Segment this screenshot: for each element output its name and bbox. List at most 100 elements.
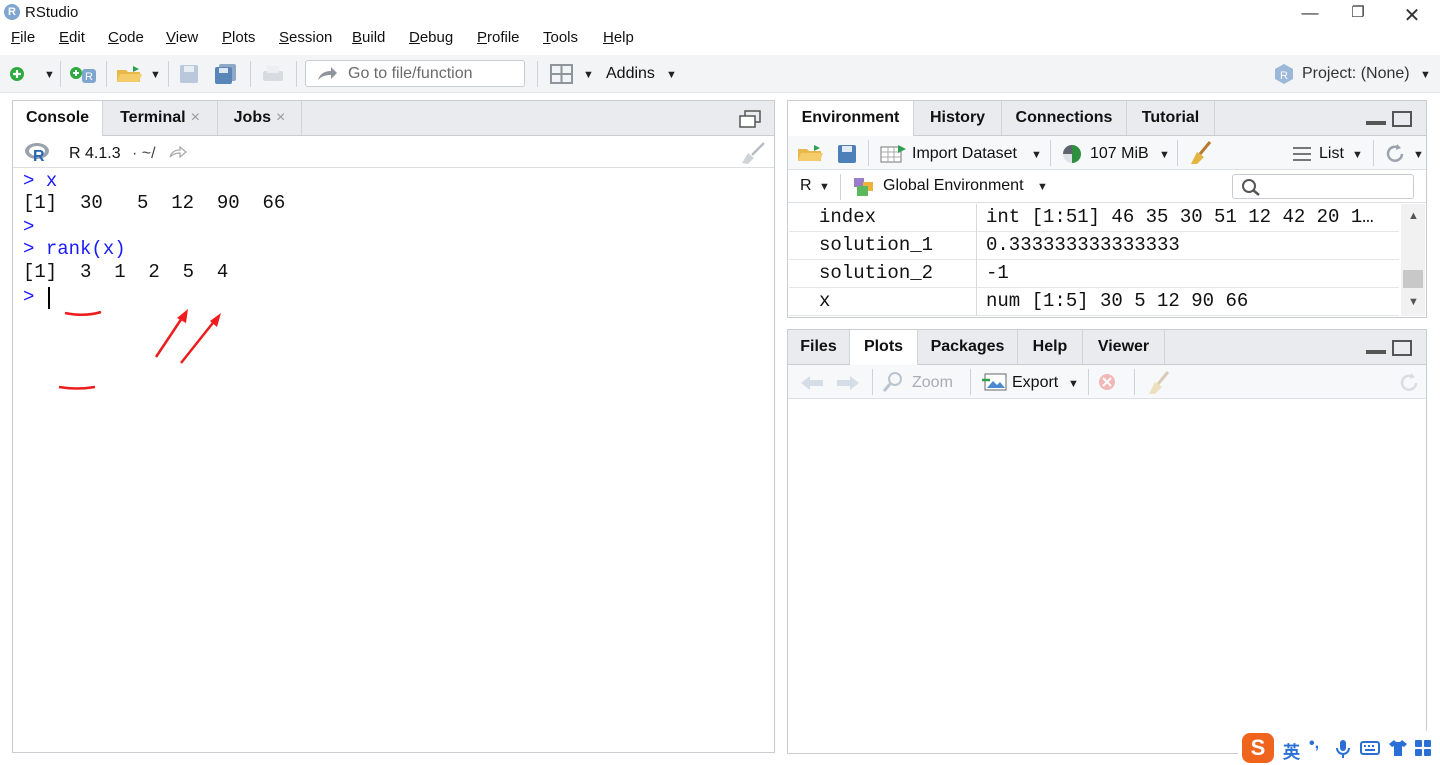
- sogou-logo-icon[interactable]: S: [1242, 733, 1274, 763]
- scroll-thumb[interactable]: [1403, 270, 1423, 288]
- chevron-down-icon[interactable]: ▼: [666, 69, 677, 81]
- menu-file[interactable]: File: [11, 29, 35, 46]
- workspace-panes-icon[interactable]: [550, 63, 574, 85]
- scroll-up-icon[interactable]: ▲: [1408, 210, 1419, 222]
- env-row-solution-1[interactable]: solution_1 0.333333333333333: [789, 232, 1399, 260]
- goto-file-function[interactable]: Go to file/function: [305, 60, 525, 87]
- toolbox-icon[interactable]: [1415, 740, 1431, 756]
- view-mode-select[interactable]: List: [1319, 145, 1344, 163]
- addins-button[interactable]: Addins: [606, 65, 655, 83]
- ime-toolbar: S 英 •,: [1238, 731, 1438, 765]
- project-menu[interactable]: Project: (None): [1302, 65, 1410, 83]
- save-workspace-icon[interactable]: [836, 143, 858, 165]
- chevron-down-icon[interactable]: ▼: [819, 181, 830, 193]
- menu-view[interactable]: View: [166, 29, 198, 46]
- menu-edit[interactable]: Edit: [59, 29, 85, 46]
- refresh-plot-icon[interactable]: [1398, 372, 1420, 394]
- close-icon[interactable]: ✕: [1400, 3, 1424, 27]
- env-search-input[interactable]: [1232, 174, 1414, 199]
- rstudio-logo-icon: R: [4, 4, 20, 20]
- zoom-button[interactable]: Zoom: [912, 374, 953, 392]
- export-icon[interactable]: [982, 372, 1008, 392]
- tab-connections[interactable]: Connections: [1002, 101, 1127, 135]
- chevron-down-icon[interactable]: ▼: [583, 69, 594, 81]
- next-plot-icon[interactable]: [836, 375, 860, 391]
- tab-packages[interactable]: Packages: [918, 330, 1018, 364]
- list-view-icon: [1293, 147, 1311, 161]
- microphone-icon[interactable]: [1336, 739, 1350, 759]
- menu-build[interactable]: Build: [352, 29, 385, 46]
- memory-usage-icon[interactable]: [1062, 144, 1082, 164]
- main-toolbar: ▼ R ▼ Go to file/function ▼ Addins ▼ R P…: [0, 55, 1440, 93]
- menu-plots[interactable]: Plots: [222, 29, 255, 46]
- maximize-pane-icon[interactable]: [1392, 111, 1412, 127]
- tab-plots[interactable]: Plots: [850, 330, 918, 365]
- save-all-icon[interactable]: [213, 63, 239, 85]
- chevron-down-icon[interactable]: ▼: [1068, 378, 1079, 390]
- plot-area[interactable]: [788, 399, 1426, 753]
- chevron-down-icon[interactable]: ▼: [1037, 181, 1048, 193]
- save-icon[interactable]: [178, 63, 200, 85]
- minimize-pane-icon[interactable]: [1366, 121, 1386, 125]
- env-row-solution-2[interactable]: solution_2 -1: [789, 260, 1399, 288]
- remove-plot-icon[interactable]: [1098, 373, 1118, 391]
- minimize-icon[interactable]: —: [1298, 3, 1322, 23]
- tab-viewer[interactable]: Viewer: [1083, 330, 1165, 364]
- title-bar: R RStudio — ❐ ✕: [0, 0, 1440, 27]
- chevron-down-icon[interactable]: ▼: [1352, 149, 1363, 161]
- keyboard-icon[interactable]: [1360, 741, 1380, 755]
- restore-icon[interactable]: ❐: [1346, 3, 1370, 23]
- new-project-icon[interactable]: R: [68, 63, 98, 85]
- project-icon: R: [1275, 64, 1293, 84]
- punctuation-icon[interactable]: •,: [1309, 735, 1319, 753]
- load-workspace-icon[interactable]: [796, 142, 826, 164]
- tab-files[interactable]: Files: [788, 330, 850, 364]
- menu-tools[interactable]: Tools: [543, 29, 578, 46]
- clear-workspace-icon[interactable]: [1188, 140, 1214, 166]
- language-select[interactable]: R: [800, 177, 812, 195]
- menu-help[interactable]: Help: [603, 29, 634, 46]
- maximize-pane-icon[interactable]: [1392, 340, 1412, 356]
- plots-toolbar: Zoom Export ▼: [788, 365, 1426, 399]
- open-folder-icon[interactable]: [115, 63, 145, 85]
- import-dataset-icon[interactable]: [880, 144, 908, 164]
- ime-language-label[interactable]: 英: [1283, 738, 1300, 763]
- env-row-index[interactable]: index int [1:51] 46 35 30 51 12 42 20 1…: [789, 204, 1399, 232]
- clear-plots-icon[interactable]: [1146, 370, 1172, 396]
- tab-tutorial[interactable]: Tutorial: [1127, 101, 1215, 135]
- import-dataset-button[interactable]: Import Dataset: [912, 145, 1017, 163]
- chevron-down-icon[interactable]: ▼: [1420, 69, 1431, 81]
- goto-arrow-icon: [318, 67, 337, 80]
- skin-icon[interactable]: [1388, 739, 1408, 757]
- env-scrollbar[interactable]: ▲ ▼: [1401, 204, 1425, 316]
- previous-plot-icon[interactable]: [800, 375, 824, 391]
- export-button[interactable]: Export: [1012, 374, 1058, 392]
- menu-profile[interactable]: Profile: [477, 29, 520, 46]
- tab-help[interactable]: Help: [1018, 330, 1083, 364]
- env-row-x[interactable]: x num [1:5] 30 5 12 90 66: [789, 288, 1399, 316]
- chevron-down-icon[interactable]: ▼: [1031, 149, 1042, 161]
- menu-debug[interactable]: Debug: [409, 29, 453, 46]
- refresh-icon[interactable]: [1384, 143, 1406, 165]
- chevron-down-icon[interactable]: ▼: [1159, 149, 1170, 161]
- memory-usage[interactable]: 107 MiB: [1090, 145, 1149, 163]
- environment-scope-select[interactable]: Global Environment: [883, 177, 1024, 195]
- chevron-down-icon[interactable]: ▼: [150, 69, 161, 81]
- menu-session[interactable]: Session: [279, 29, 332, 46]
- menu-code[interactable]: Code: [108, 29, 144, 46]
- tab-environment[interactable]: Environment: [788, 101, 914, 136]
- app-title: RStudio: [25, 4, 79, 21]
- minimize-pane-icon[interactable]: [1366, 350, 1386, 354]
- goto-placeholder: Go to file/function: [348, 65, 473, 82]
- chevron-down-icon[interactable]: ▼: [1413, 149, 1424, 161]
- tab-history[interactable]: History: [914, 101, 1002, 135]
- new-file-icon[interactable]: [8, 63, 30, 85]
- zoom-icon[interactable]: [882, 371, 904, 393]
- environment-icon: [854, 178, 873, 196]
- chevron-down-icon[interactable]: ▼: [44, 69, 55, 81]
- env-tabbar: Environment History Connections Tutorial: [788, 101, 1426, 136]
- print-icon[interactable]: [260, 63, 286, 85]
- red-annotations: [58, 309, 221, 390]
- scroll-down-icon[interactable]: ▼: [1408, 296, 1419, 308]
- svg-text:R: R: [85, 71, 93, 83]
